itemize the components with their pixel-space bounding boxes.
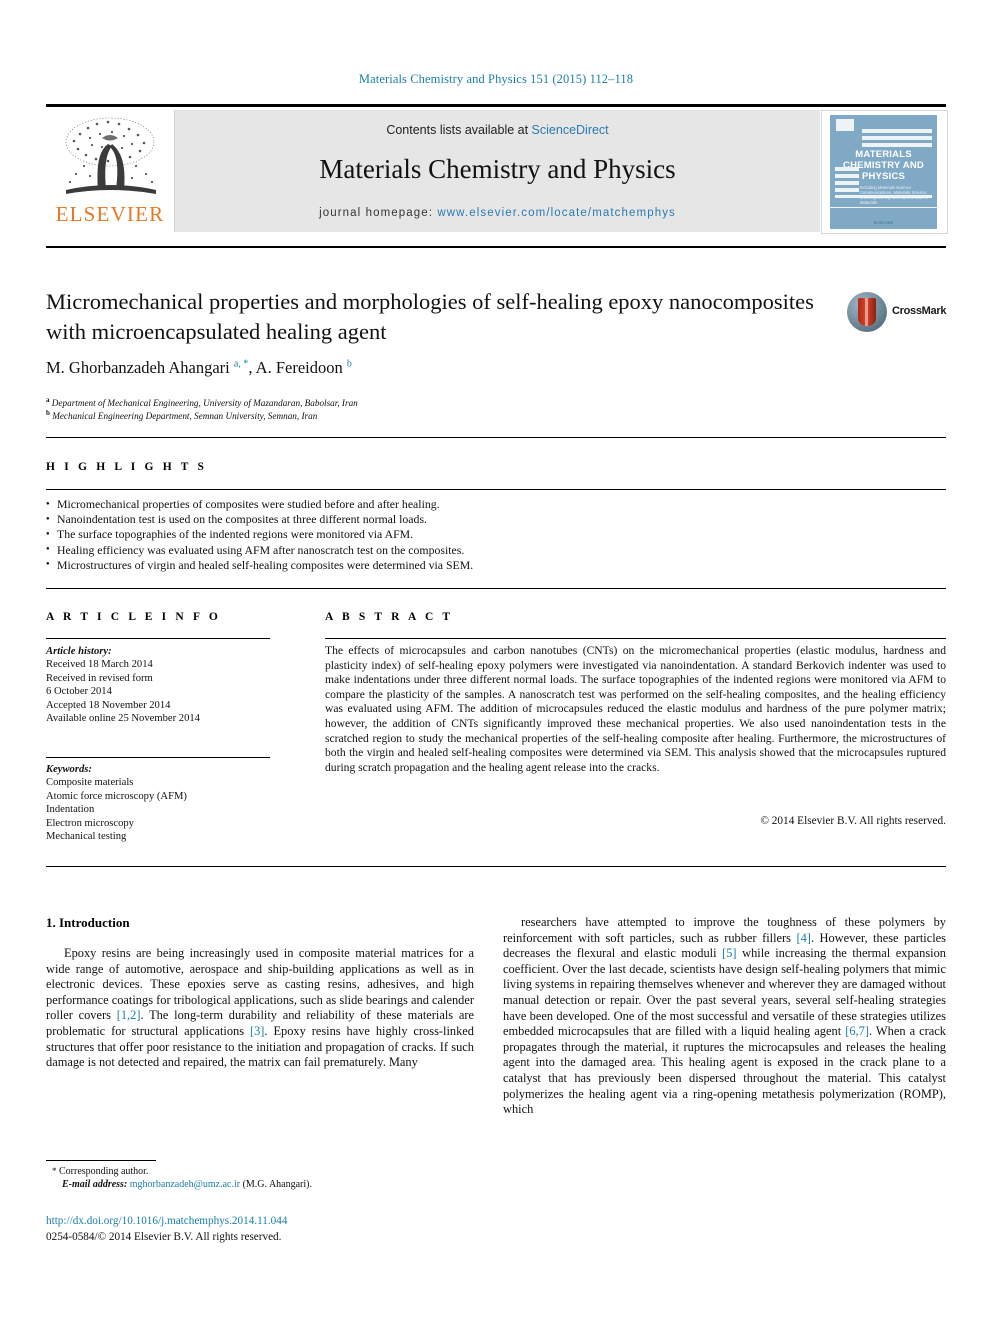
history-item: 6 October 2014 bbox=[46, 686, 112, 698]
crossmark-badge[interactable]: CrossMark bbox=[847, 292, 946, 334]
cover-band bbox=[862, 143, 932, 147]
contents-prefix: Contents lists available at bbox=[386, 123, 532, 137]
cover-band bbox=[835, 188, 859, 192]
elsevier-wordmark: ELSEVIER bbox=[55, 202, 165, 226]
cover-band bbox=[835, 167, 859, 171]
email-suffix: (M.G. Ahangari). bbox=[240, 1179, 312, 1190]
journal-masthead: ELSEVIER Contents lists available at Sci… bbox=[46, 104, 948, 236]
keyword-item: Electron microscopy bbox=[46, 817, 134, 829]
issn-copyright: 0254-0584/© 2014 Elsevier B.V. All right… bbox=[46, 1231, 282, 1243]
masthead-top-rule bbox=[46, 104, 946, 107]
homepage-url-link[interactable]: www.elsevier.com/locate/matchemphys bbox=[437, 207, 676, 219]
highlights-heading: H I G H L I G H T S bbox=[46, 461, 208, 473]
affiliation-a: a Department of Mechanical Engineering, … bbox=[46, 396, 836, 408]
cover-band bbox=[835, 181, 859, 185]
keywords-block: Keywords: Composite materials Atomic for… bbox=[46, 763, 276, 843]
article-history-label: Article history: bbox=[46, 646, 112, 657]
paragraph: researchers have attempted to improve th… bbox=[503, 915, 946, 1117]
cover-band bbox=[862, 136, 932, 140]
title-block-rule bbox=[46, 437, 946, 438]
affiliation-marker: b bbox=[46, 409, 50, 417]
cover-title-line3: PHYSICS bbox=[861, 171, 906, 182]
cover-footer: ELSEVIER bbox=[873, 220, 894, 225]
list-item: The surface topographies of the indented… bbox=[46, 527, 686, 542]
keywords-rule bbox=[46, 757, 270, 758]
affiliation-text: Department of Mechanical Engineering, Un… bbox=[51, 398, 358, 409]
cover-band bbox=[835, 195, 932, 198]
email-link[interactable]: mghorbanzadeh@umz.ac.ir bbox=[130, 1179, 240, 1190]
keyword-item: Indentation bbox=[46, 804, 95, 816]
sciencedirect-link[interactable]: ScienceDirect bbox=[532, 123, 609, 137]
list-item: Microstructures of virgin and healed sel… bbox=[46, 557, 686, 573]
corresponding-author-line: * Corresponding author. bbox=[52, 1166, 149, 1177]
keywords-label: Keywords: bbox=[46, 764, 92, 775]
elsevier-tree-icon bbox=[65, 117, 156, 194]
article-page: Materials Chemistry and Physics 151 (201… bbox=[0, 0, 992, 1323]
section-heading-introduction: 1. Introduction bbox=[46, 915, 130, 930]
affiliation-marker: a bbox=[46, 396, 50, 404]
email-label: E-mail address: bbox=[62, 1179, 128, 1190]
abstract-bottom-rule bbox=[46, 866, 946, 867]
article-history: Article history: Received 18 March 2014 … bbox=[46, 645, 276, 725]
journal-title: Materials Chemistry and Physics bbox=[319, 154, 676, 184]
corresponding-author-note: * Corresponding author. E-mail address: … bbox=[52, 1165, 472, 1191]
cover-logo-block bbox=[836, 119, 854, 131]
highlights-list: Micromechanical properties of composites… bbox=[46, 496, 686, 573]
abstract-text: The effects of microcapsules and carbon … bbox=[325, 644, 946, 774]
journal-homepage-line: journal homepage: www.elsevier.com/locat… bbox=[175, 207, 820, 219]
history-item: Received in revised form bbox=[46, 672, 153, 684]
crossmark-label: CrossMark bbox=[892, 305, 947, 317]
footnote-rule bbox=[46, 1160, 156, 1161]
crossmark-book-shape bbox=[858, 298, 876, 326]
homepage-label: journal homepage: bbox=[319, 207, 438, 219]
list-item: Healing efficiency was evaluated using A… bbox=[46, 542, 686, 558]
crossmark-icon bbox=[847, 292, 887, 332]
history-item: Received 18 March 2014 bbox=[46, 659, 153, 671]
journal-banner: Contents lists available at ScienceDirec… bbox=[174, 110, 820, 232]
running-head: Materials Chemistry and Physics 151 (201… bbox=[358, 72, 634, 86]
keyword-item: Composite materials bbox=[46, 777, 134, 789]
cover-title-line1: MATERIALS bbox=[855, 149, 912, 160]
doi-link[interactable]: http://dx.doi.org/10.1016/j.matchemphys.… bbox=[46, 1215, 287, 1227]
list-item: Micromechanical properties of composites… bbox=[46, 496, 686, 512]
list-item: Nanoindentation test is used on the comp… bbox=[46, 512, 686, 527]
affiliation-b: b Mechanical Engineering Department, Sem… bbox=[46, 409, 836, 421]
email-line: E-mail address: mghorbanzadeh@umz.ac.ir … bbox=[52, 1178, 472, 1191]
abstract-heading: A B S T R A C T bbox=[325, 611, 454, 623]
page-title: Micromechanical properties and morpholog… bbox=[46, 289, 814, 344]
keyword-item: Atomic force microscopy (AFM) bbox=[46, 790, 187, 802]
journal-cover-thumbnail[interactable]: MATERIALS CHEMISTRY AND PHYSICS Includin… bbox=[821, 110, 948, 234]
affiliation-text: Mechanical Engineering Department, Semna… bbox=[52, 411, 318, 422]
masthead-bottom-rule bbox=[46, 246, 946, 248]
cover-divider bbox=[830, 207, 937, 208]
abstract-rule bbox=[325, 638, 946, 640]
history-item: Available online 25 November 2014 bbox=[46, 713, 200, 725]
body-column-right: researchers have attempted to improve th… bbox=[503, 915, 946, 1118]
cover-band bbox=[835, 174, 859, 178]
elsevier-logo: ELSEVIER bbox=[48, 112, 172, 232]
history-item: Accepted 18 November 2014 bbox=[46, 699, 171, 711]
contents-available-line: Contents lists available at ScienceDirec… bbox=[175, 123, 820, 137]
article-info-heading: A R T I C L E I N F O bbox=[46, 611, 221, 623]
keyword-item: Mechanical testing bbox=[46, 831, 127, 843]
body-column-left: Epoxy resins are being increasingly used… bbox=[46, 946, 474, 1071]
cover-artwork: MATERIALS CHEMISTRY AND PHYSICS Includin… bbox=[830, 115, 937, 229]
author-list: M. Ghorbanzadeh Ahangari a, *, A. Fereid… bbox=[46, 358, 352, 377]
article-info-rule bbox=[46, 638, 270, 639]
cover-band bbox=[862, 129, 932, 133]
abstract-copyright: © 2014 Elsevier B.V. All rights reserved… bbox=[760, 815, 946, 827]
highlights-bottom-rule bbox=[46, 588, 946, 589]
highlights-rule bbox=[46, 489, 946, 490]
paragraph: Epoxy resins are being increasingly used… bbox=[46, 946, 474, 1070]
